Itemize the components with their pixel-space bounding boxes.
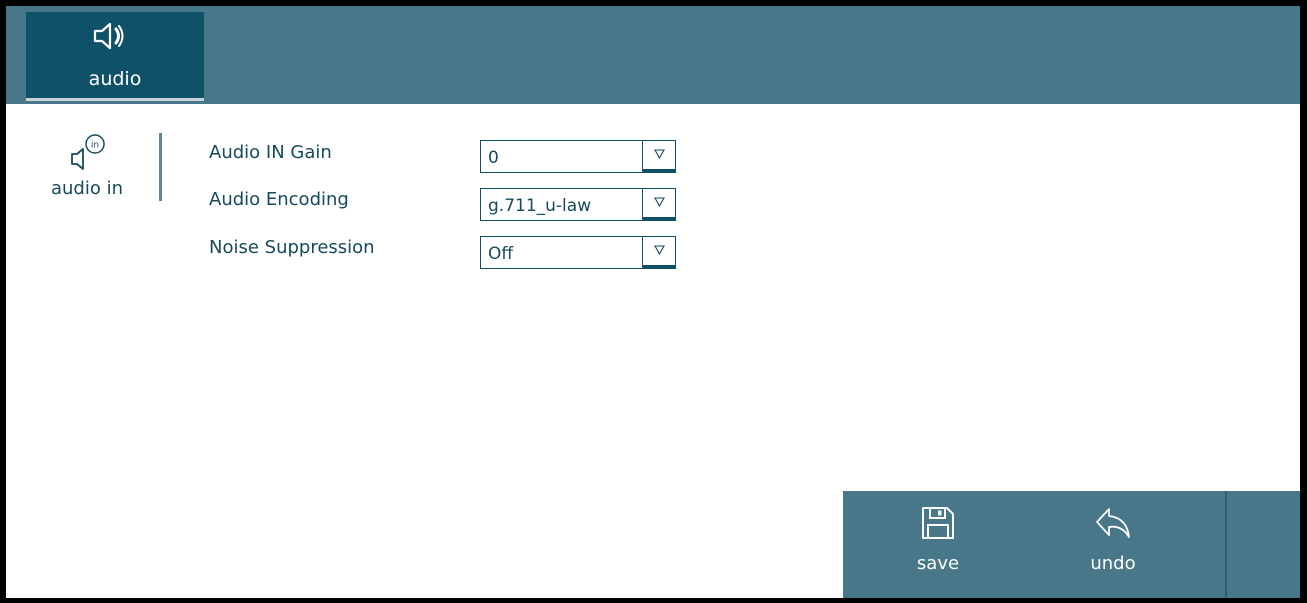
subnav-item-label: audio in	[50, 178, 123, 199]
subnav-item-audio-in[interactable]: in audio in	[28, 131, 146, 201]
top-navigation-bar: audio	[6, 6, 1300, 104]
audio-encoding-label: Audio Encoding	[209, 189, 349, 210]
save-button[interactable]: save	[843, 491, 1033, 598]
noise-suppression-select[interactable]: Off	[480, 236, 676, 269]
svg-text:in: in	[91, 141, 99, 151]
subnav-divider	[159, 133, 162, 201]
audio-encoding-select[interactable]: g.711_u-law	[480, 188, 676, 221]
action-bar: save undo	[843, 491, 1300, 598]
audio-in-gain-select[interactable]: 0	[480, 140, 676, 173]
undo-button[interactable]: undo	[1018, 491, 1208, 598]
save-label: save	[916, 553, 960, 574]
undo-label: undo	[1090, 553, 1136, 574]
dropdown-button[interactable]	[642, 237, 675, 268]
undo-icon	[1094, 506, 1132, 544]
triangle-down-icon	[654, 197, 665, 207]
audio-encoding-value: g.711_u-law	[488, 196, 592, 216]
dropdown-button[interactable]	[642, 141, 675, 172]
tab-audio-label: audio	[88, 68, 142, 90]
audio-in-gain-value: 0	[488, 148, 499, 168]
audio-in-gain-label: Audio IN Gain	[209, 142, 332, 163]
settings-window: audio in audio in Audio IN Gain 0 Audio …	[6, 6, 1300, 598]
audio-in-icon: in	[66, 133, 114, 173]
noise-suppression-label: Noise Suppression	[209, 237, 375, 258]
action-bar-divider	[1225, 491, 1227, 598]
triangle-down-icon	[654, 149, 665, 159]
dropdown-button[interactable]	[642, 189, 675, 220]
noise-suppression-value: Off	[488, 244, 514, 264]
save-icon	[920, 505, 956, 545]
speaker-icon	[92, 20, 132, 52]
tab-audio[interactable]: audio	[26, 12, 204, 101]
triangle-down-icon	[654, 245, 665, 255]
